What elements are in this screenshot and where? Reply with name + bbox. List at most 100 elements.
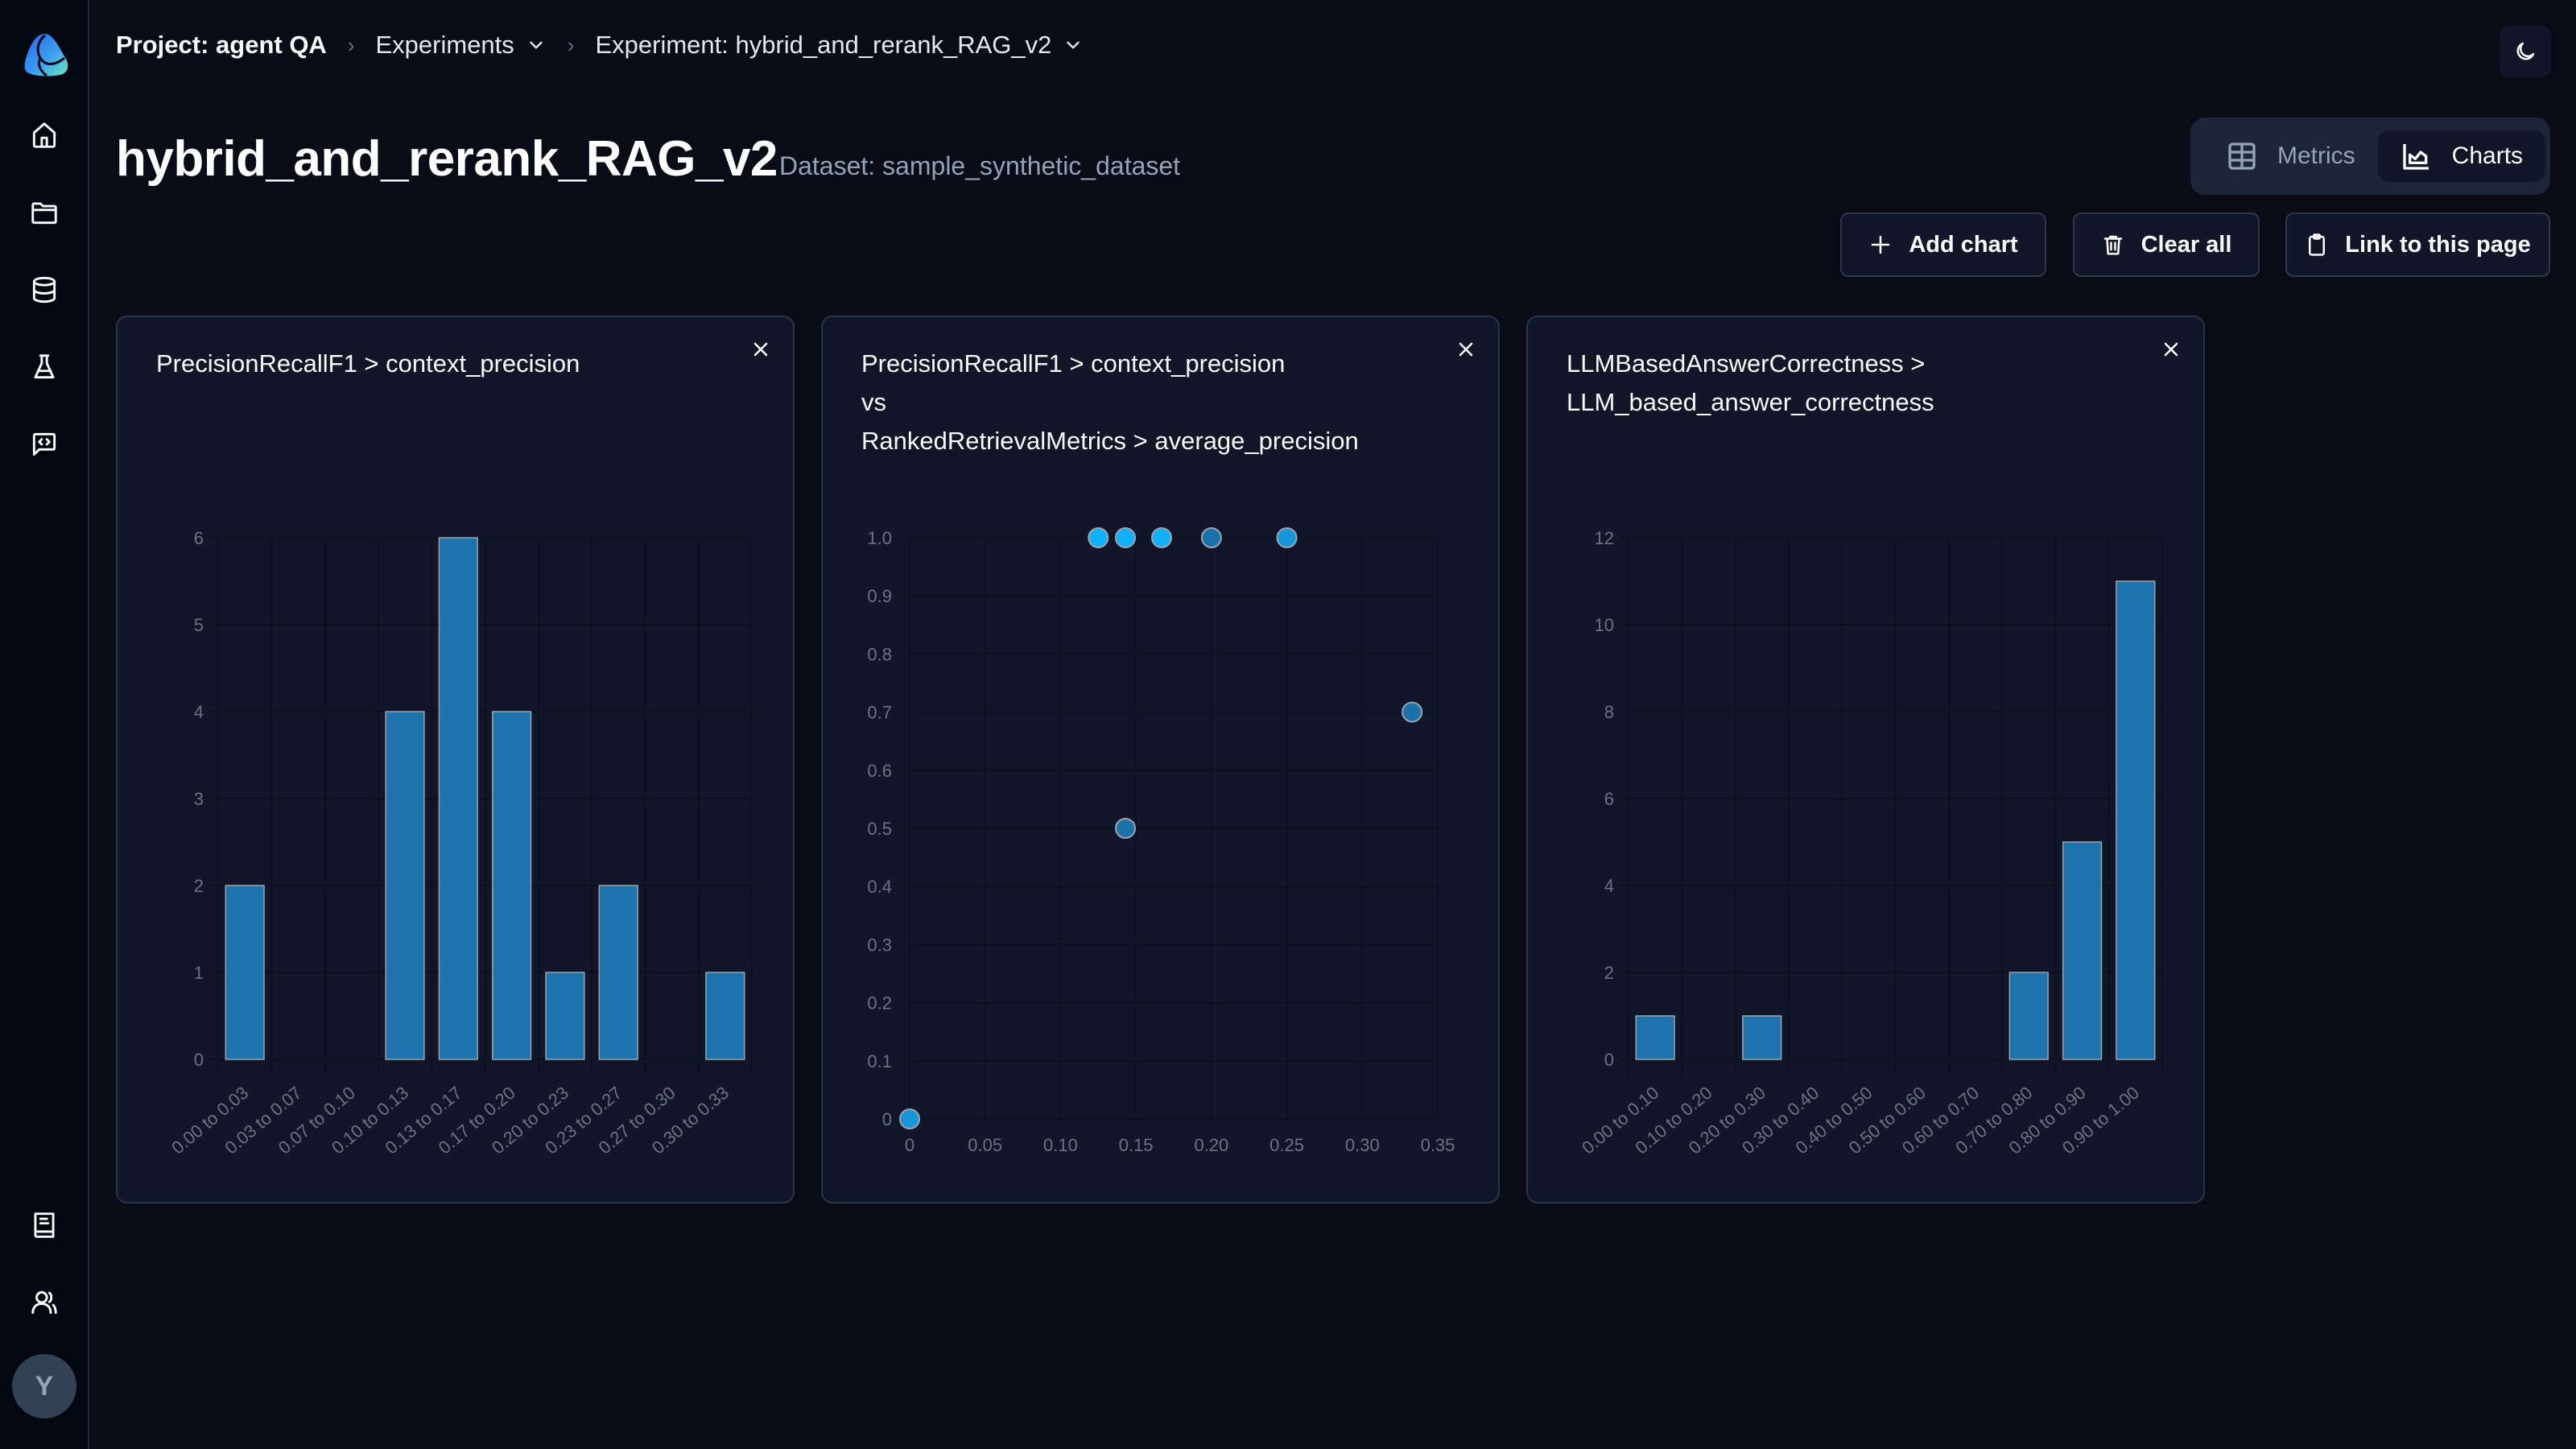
- x-tick-label: 0.15: [1119, 1135, 1154, 1155]
- histogram-bar[interactable]: [385, 711, 425, 1060]
- breadcrumb-experiments[interactable]: Experiments: [376, 31, 547, 60]
- x-tick-label: 0.30: [1345, 1135, 1380, 1155]
- histogram-bar[interactable]: [2008, 972, 2049, 1060]
- avatar-initial: Y: [35, 1370, 54, 1402]
- area-chart-icon: [2403, 144, 2429, 170]
- close-chart-button[interactable]: [1450, 333, 1482, 365]
- y-tick-label: 0.7: [867, 703, 892, 723]
- y-tick-label: 2: [1604, 963, 1614, 983]
- chart-card-scatter: 0 0.05 0.10 0.15 0.20 0.25 0.30 0.35 0 0.1 0.2 0.3 0…: [821, 316, 1500, 1203]
- scatter-point[interactable]: [1115, 818, 1137, 839]
- y-tick-label: 0.3: [867, 935, 892, 955]
- logo-icon: [24, 34, 68, 77]
- home-icon: [32, 122, 56, 148]
- chart-title: LLMBasedAnswerCorrectness > LLM_based_ans…: [1567, 345, 1934, 422]
- y-tick-label: 0.9: [867, 586, 892, 606]
- tab-charts[interactable]: Charts: [2377, 130, 2546, 182]
- x-tick-label: 0: [905, 1135, 914, 1155]
- y-tick-label: 0.1: [867, 1051, 892, 1071]
- y-tick-label: 0.4: [867, 877, 892, 897]
- x-tick-label: 0.35: [1421, 1135, 1455, 1155]
- histogram-bar[interactable]: [2062, 841, 2103, 1060]
- close-chart-button[interactable]: [745, 333, 777, 365]
- plot-area: 0 0.05 0.10 0.15 0.20 0.25 0.30 0.35 0 0.1 0.2 0.3 0…: [867, 527, 1455, 1155]
- histogram-bar[interactable]: [225, 885, 265, 1060]
- histogram-bar[interactable]: [438, 537, 478, 1060]
- book-icon: [34, 1212, 55, 1238]
- tab-metrics-label: Metrics: [2277, 142, 2355, 169]
- histogram-bar[interactable]: [492, 711, 532, 1060]
- users-icon: [31, 1290, 57, 1315]
- scatter-point[interactable]: [1276, 527, 1298, 548]
- scatter-point[interactable]: [1088, 527, 1109, 548]
- add-chart-button[interactable]: Add chart: [1840, 213, 2046, 277]
- y-tick-label: 0.8: [867, 644, 892, 664]
- y-tick-label: 0.6: [867, 761, 892, 781]
- histogram-answer-correctness: 0246810120.00 to 0.100.10 to 0.200.20 to…: [1578, 528, 2163, 1158]
- sidebar-item-prompts[interactable]: [20, 420, 68, 469]
- chart-card-context-precision: 0 1 2 3 4 5 6 0.00 to 0.03 0.03 to 0.07 0.07 to 0…: [116, 316, 795, 1203]
- link-to-page-button[interactable]: Link to this page: [2285, 213, 2550, 277]
- histogram-bar[interactable]: [1635, 1015, 1675, 1060]
- y-tick-label: 0: [194, 1050, 204, 1070]
- flask-icon: [34, 354, 55, 379]
- histogram-bar[interactable]: [1742, 1015, 1782, 1060]
- y-tick-label: 4: [194, 702, 204, 722]
- tab-charts-label: Charts: [2451, 142, 2524, 169]
- sidebar: Y: [0, 0, 89, 1449]
- app-logo[interactable]: [21, 31, 71, 80]
- scatter-point[interactable]: [1115, 527, 1137, 548]
- close-icon: [753, 342, 768, 357]
- scatter-point[interactable]: [1151, 527, 1173, 548]
- chart-title-line: LLMBasedAnswerCorrectness >: [1567, 349, 1926, 378]
- table-icon: [2228, 142, 2256, 170]
- chart-card-answer-correctness: 0 2 4 6 8 10 12 0.00 to 0.10 0.10 to 0.20 0.20 to…: [1526, 316, 2205, 1203]
- y-tick-label: 3: [194, 789, 204, 809]
- user-avatar[interactable]: Y: [12, 1354, 76, 1418]
- close-icon: [1459, 342, 1473, 357]
- plus-icon: [1872, 235, 1890, 254]
- histogram-context-precision: 01234560.00 to 0.030.03 to 0.070.07 to 0…: [167, 528, 753, 1158]
- y-tick-label: 12: [1595, 528, 1614, 548]
- breadcrumb: Project: agent QA › Experiments › Experi…: [116, 27, 1084, 63]
- folder-icon: [31, 202, 57, 225]
- histogram-bar[interactable]: [2116, 580, 2156, 1060]
- clear-all-button[interactable]: Clear all: [2073, 213, 2260, 277]
- scatter-point[interactable]: [1200, 527, 1222, 548]
- x-tick-label: 0.05: [968, 1135, 1002, 1155]
- moon-icon: [2516, 42, 2535, 60]
- y-tick-label: 6: [194, 528, 204, 548]
- close-chart-button[interactable]: [2155, 333, 2187, 365]
- sidebar-item-docs[interactable]: [20, 1201, 68, 1249]
- close-icon: [2164, 342, 2178, 357]
- database-icon: [32, 276, 56, 303]
- x-tick-label: 0.25: [1269, 1135, 1304, 1155]
- histogram-bar[interactable]: [598, 885, 638, 1060]
- breadcrumb-experiment[interactable]: Experiment: hybrid_and_rerank_RAG_v2: [595, 31, 1084, 60]
- sidebar-item-projects[interactable]: [20, 188, 68, 237]
- sidebar-item-experiments[interactable]: [20, 343, 68, 391]
- theme-toggle-button[interactable]: [2500, 26, 2551, 77]
- scatter-point[interactable]: [899, 1108, 920, 1129]
- link-to-page-label: Link to this page: [2345, 231, 2531, 258]
- sidebar-item-team[interactable]: [20, 1278, 68, 1327]
- trash-icon: [2103, 235, 2122, 255]
- x-tick-label: 0.10: [1043, 1135, 1078, 1155]
- breadcrumb-project[interactable]: Project: agent QA: [116, 31, 327, 60]
- chart-title-line: vs: [861, 388, 886, 416]
- histogram-bar[interactable]: [545, 972, 585, 1060]
- tab-metrics[interactable]: Metrics: [2203, 130, 2378, 182]
- page-title: hybrid_and_rerank_RAG_v2: [116, 131, 778, 187]
- chart-title-line: PrecisionRecallF1 > context_precision: [861, 349, 1286, 378]
- histogram-bar[interactable]: [705, 972, 745, 1060]
- sidebar-item-home[interactable]: [20, 111, 68, 159]
- y-tick-label: 8: [1604, 702, 1614, 722]
- clipboard-icon: [2309, 233, 2326, 256]
- scatter-point[interactable]: [1402, 701, 1423, 723]
- chart-title: PrecisionRecallF1 > context_precision vs R…: [861, 345, 1359, 460]
- y-tick-label: 1.0: [867, 528, 892, 548]
- plot-area: 01234560.00 to 0.030.03 to 0.070.07 to 0…: [167, 528, 753, 1158]
- sidebar-item-datasets[interactable]: [20, 266, 68, 314]
- y-tick-label: 0: [1604, 1050, 1614, 1070]
- breadcrumb-separator-icon: ›: [567, 32, 575, 57]
